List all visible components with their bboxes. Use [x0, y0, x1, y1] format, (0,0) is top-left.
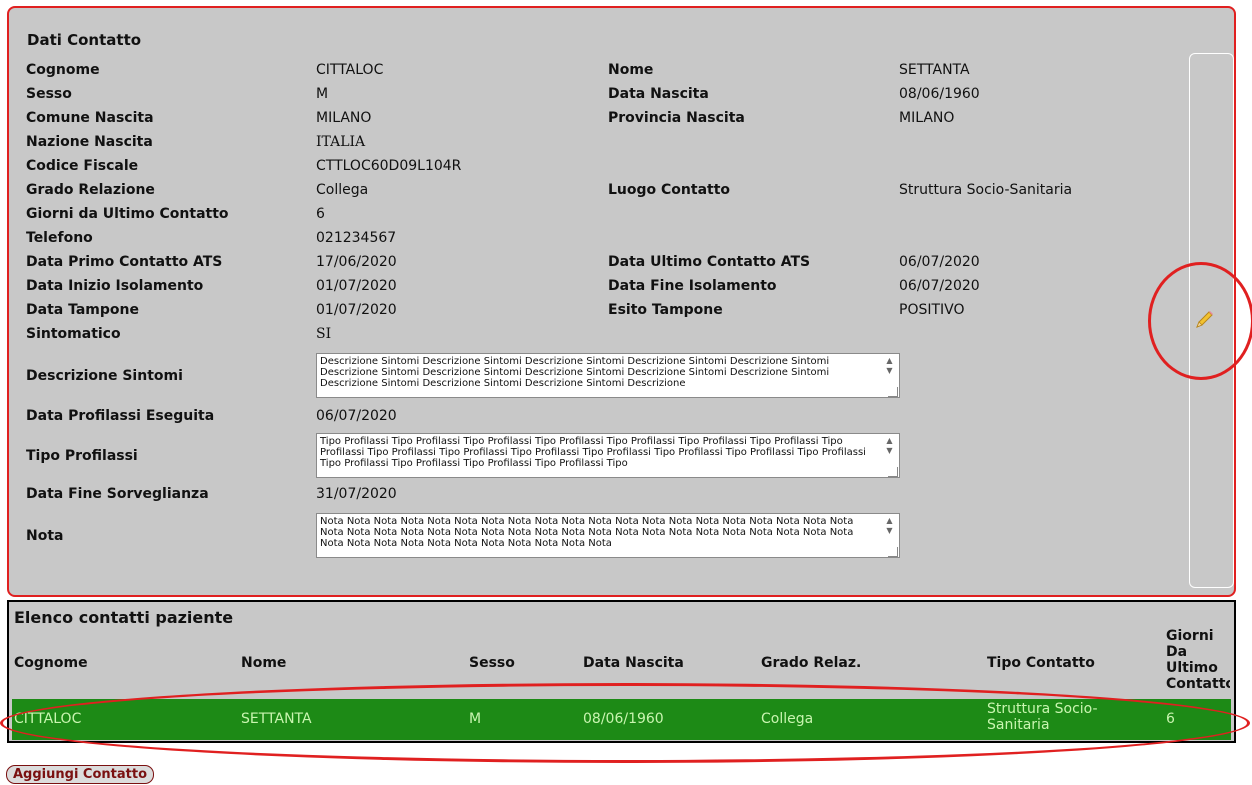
- field-value: 06/07/2020: [899, 278, 980, 294]
- field-value: 31/07/2020: [316, 486, 397, 502]
- scroll-arrows-icon[interactable]: ▲ ▼: [883, 436, 896, 458]
- field-label: Nome: [608, 62, 654, 78]
- field-label: Esito Tampone: [608, 302, 723, 318]
- field-value: Struttura Socio-Sanitaria: [899, 182, 1073, 198]
- field-value: CITTALOC: [316, 62, 384, 78]
- column-header[interactable]: Cognome: [14, 655, 88, 671]
- field-row: Data Fine Sorveglianza 31/07/2020: [9, 486, 1189, 506]
- field-row: Codice Fiscale CTTLOC60D09L104R: [9, 158, 1189, 178]
- field-value: M: [316, 86, 329, 102]
- column-header[interactable]: Tipo Contatto: [987, 655, 1095, 671]
- scroll-arrows-icon[interactable]: ▲ ▼: [883, 356, 896, 378]
- field-row: Telefono 021234567: [9, 230, 1189, 250]
- field-label: Luogo Contatto: [608, 182, 731, 198]
- field-value: Collega: [316, 182, 369, 198]
- list-title: Elenco contatti paziente: [14, 608, 234, 627]
- field-value: 06/07/2020: [316, 408, 397, 424]
- field-row: Comune Nascita MILANO Provincia Nascita …: [9, 110, 1189, 130]
- field-label: Data Ultimo Contatto ATS: [608, 254, 811, 270]
- panel-title: Dati Contatto: [27, 31, 142, 49]
- field-value: POSITIVO: [899, 302, 965, 318]
- field-label: Telefono: [26, 230, 93, 246]
- column-header[interactable]: Giorni Da Ultimo Contatto: [1166, 628, 1230, 688]
- field-label: Provincia Nascita: [608, 110, 745, 126]
- field-label: Data Nascita: [608, 86, 709, 102]
- field-label: Data Profilassi Eseguita: [26, 408, 215, 424]
- field-label: Descrizione Sintomi: [26, 368, 183, 384]
- scroll-arrows-icon[interactable]: ▲ ▼: [883, 516, 896, 538]
- field-value: SETTANTA: [899, 62, 970, 78]
- field-row: Nazione Nascita ITALIA: [9, 134, 1189, 154]
- field-label: Sintomatico: [26, 326, 121, 342]
- field-label: Data Tampone: [26, 302, 139, 318]
- field-label: Comune Nascita: [26, 110, 154, 126]
- descrizione-sintomi-textarea[interactable]: Descrizione Sintomi Descrizione Sintomi …: [316, 353, 900, 398]
- column-header[interactable]: Data Nascita: [583, 655, 684, 671]
- tipo-profilassi-textarea[interactable]: Tipo Profilassi Tipo Profilassi Tipo Pro…: [316, 433, 900, 478]
- field-row: Data Inizio Isolamento 01/07/2020 Data F…: [9, 278, 1189, 298]
- field-label: Data Fine Isolamento: [608, 278, 777, 294]
- field-label: Giorni da Ultimo Contatto: [26, 206, 229, 222]
- field-value: MILANO: [899, 110, 955, 126]
- field-label: Data Inizio Isolamento: [26, 278, 204, 294]
- nota-textarea[interactable]: Nota Nota Nota Nota Nota Nota Nota Nota …: [316, 513, 900, 558]
- field-value: 021234567: [316, 230, 397, 246]
- field-value: 01/07/2020: [316, 278, 397, 294]
- field-label: Data Fine Sorveglianza: [26, 486, 209, 502]
- field-label: Data Primo Contatto ATS: [26, 254, 223, 270]
- field-row: Grado Relazione Collega Luogo Contatto S…: [9, 182, 1189, 202]
- add-contact-button[interactable]: Aggiungi Contatto: [6, 765, 154, 784]
- field-value: 01/07/2020: [316, 302, 397, 318]
- textarea-text: Descrizione Sintomi Descrizione Sintomi …: [320, 356, 830, 389]
- column-header[interactable]: Grado Relaz.: [761, 655, 861, 671]
- field-value: CTTLOC60D09L104R: [316, 158, 462, 174]
- resize-grip-icon[interactable]: [888, 387, 898, 397]
- field-label: Cognome: [26, 62, 100, 78]
- field-label: Nazione Nascita: [26, 134, 153, 150]
- field-label: Nota: [26, 528, 64, 544]
- contact-detail-panel: Dati Contatto Cognome CITTALOC Nome SETT…: [7, 6, 1236, 597]
- field-value: 17/06/2020: [316, 254, 397, 270]
- field-row: Data Primo Contatto ATS 17/06/2020 Data …: [9, 254, 1189, 274]
- annotation-oval: [0, 683, 1250, 763]
- resize-grip-icon[interactable]: [888, 547, 898, 557]
- column-header[interactable]: Sesso: [469, 655, 515, 671]
- field-label: Grado Relazione: [26, 182, 155, 198]
- field-label: Sesso: [26, 86, 72, 102]
- field-value: ITALIA: [316, 134, 366, 150]
- field-value: SI: [316, 326, 332, 342]
- field-row: Sintomatico SI: [9, 326, 1189, 346]
- field-value: MILANO: [316, 110, 372, 126]
- field-label: Codice Fiscale: [26, 158, 139, 174]
- field-value: 08/06/1960: [899, 86, 980, 102]
- column-header[interactable]: Nome: [241, 655, 286, 671]
- field-row: Giorni da Ultimo Contatto 6: [9, 206, 1189, 226]
- resize-grip-icon[interactable]: [888, 467, 898, 477]
- textarea-text: Tipo Profilassi Tipo Profilassi Tipo Pro…: [320, 436, 866, 469]
- field-row: Data Profilassi Eseguita 06/07/2020: [9, 408, 1189, 428]
- field-value: 6: [316, 206, 325, 222]
- field-value: 06/07/2020: [899, 254, 980, 270]
- field-row: Sesso M Data Nascita 08/06/1960: [9, 86, 1189, 106]
- field-label: Tipo Profilassi: [26, 448, 138, 464]
- annotation-circle: [1148, 262, 1252, 380]
- field-row: Cognome CITTALOC Nome SETTANTA: [9, 62, 1189, 82]
- textarea-text: Nota Nota Nota Nota Nota Nota Nota Nota …: [320, 516, 854, 549]
- field-row: Data Tampone 01/07/2020 Esito Tampone PO…: [9, 302, 1189, 322]
